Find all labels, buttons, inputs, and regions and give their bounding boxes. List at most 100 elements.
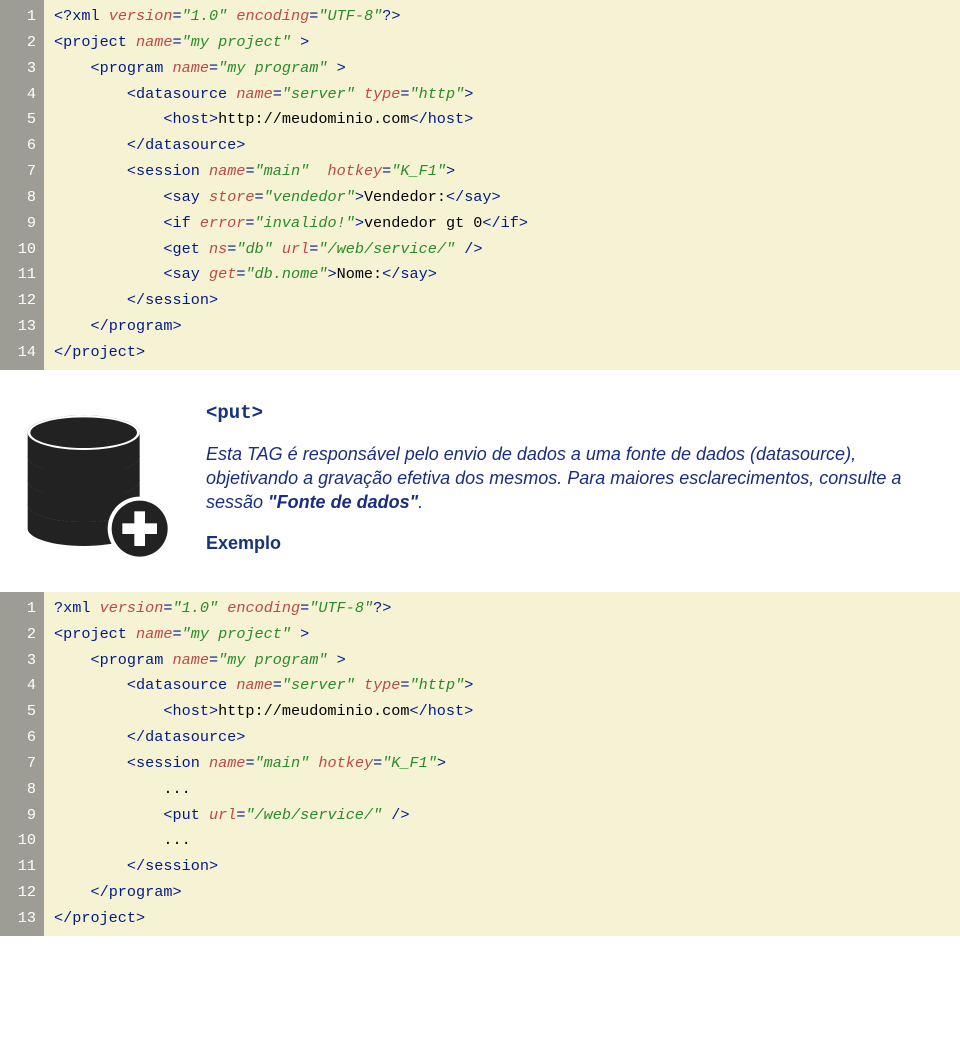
code-token: <session	[127, 754, 200, 772]
code-line: ?xml version="1.0" encoding="UTF-8"?>	[54, 596, 950, 622]
code-token: name	[136, 33, 172, 51]
code-token: </program>	[90, 317, 181, 335]
code-token: =	[400, 676, 409, 694]
code-token	[291, 625, 300, 643]
code-token: <program	[90, 59, 163, 77]
code-token	[309, 754, 318, 772]
desc-part2: .	[418, 492, 423, 512]
code-token: <say	[163, 265, 199, 283]
code-token	[382, 806, 391, 824]
text-column: <put> Esta TAG é responsável pelo envio …	[206, 402, 948, 554]
code-line: <?xml version="1.0" encoding="UTF-8"?>	[54, 4, 950, 30]
code-token	[54, 651, 90, 669]
line-number: 6	[8, 725, 36, 751]
code-token: "main"	[255, 162, 310, 180]
put-section: <put> Esta TAG é responsável pelo envio …	[0, 402, 960, 574]
code-token: "db"	[236, 240, 272, 258]
code-token: <if	[163, 214, 190, 232]
code-token: =	[400, 85, 409, 103]
code-token: >	[300, 625, 309, 643]
code-token: "1.0"	[182, 7, 228, 25]
code-line: <host>http://meudominio.com</host>	[54, 107, 950, 133]
code-token: http://meudominio.com	[218, 110, 409, 128]
line-number: 14	[8, 340, 36, 366]
code-token: vendedor gt 0	[364, 214, 482, 232]
code-token: Nome:	[337, 265, 383, 283]
code-token: ?>	[382, 7, 400, 25]
code-token: <program	[90, 651, 163, 669]
code-token: Vendedor:	[364, 188, 446, 206]
code-line: <datasource name="server" type="http">	[54, 82, 950, 108]
code-token	[90, 599, 99, 617]
gutter-2: 12345678910111213	[0, 592, 44, 936]
put-title: <put>	[206, 402, 948, 424]
code-token: </project>	[54, 909, 145, 927]
code-token: ...	[163, 831, 190, 849]
code-token	[54, 831, 163, 849]
code-token	[227, 85, 236, 103]
code-token: <put	[163, 806, 199, 824]
code-token: name	[173, 651, 209, 669]
code-token: =	[245, 754, 254, 772]
code-token: >	[446, 162, 455, 180]
code-token: "server"	[282, 85, 355, 103]
line-number: 5	[8, 107, 36, 133]
code-token: <host>	[163, 110, 218, 128]
code-token: </datasource>	[127, 136, 245, 154]
code-token: hotkey	[318, 754, 373, 772]
code-token: "K_F1"	[391, 162, 446, 180]
code-token: url	[209, 806, 236, 824]
line-number: 11	[8, 854, 36, 880]
code-token	[218, 599, 227, 617]
line-number: 3	[8, 648, 36, 674]
code-token	[54, 728, 127, 746]
code-token: <datasource	[127, 676, 227, 694]
code-token: name	[236, 85, 272, 103]
gutter-1: 1234567891011121314	[0, 0, 44, 370]
code-token: name	[136, 625, 172, 643]
code-token	[54, 291, 127, 309]
line-number: 13	[8, 314, 36, 340]
example-label: Exemplo	[206, 533, 948, 554]
code-token: "http"	[410, 676, 465, 694]
code-token: url	[282, 240, 309, 258]
line-number: 8	[8, 777, 36, 803]
line-number: 12	[8, 288, 36, 314]
code-token: </if>	[482, 214, 528, 232]
code-token: <say	[163, 188, 199, 206]
code-token: =	[273, 85, 282, 103]
code-line: <program name="my program" >	[54, 56, 950, 82]
code-token	[54, 59, 90, 77]
code-token	[54, 317, 90, 335]
code-token: <?xml	[54, 7, 100, 25]
code-token	[355, 85, 364, 103]
code-token	[54, 214, 163, 232]
code-token: encoding	[227, 599, 300, 617]
code-token	[54, 806, 163, 824]
code-token: ?>	[373, 599, 391, 617]
code-token: >	[355, 214, 364, 232]
code-token: />	[391, 806, 409, 824]
code-token	[54, 780, 163, 798]
code-token	[455, 240, 464, 258]
code-block-2: 12345678910111213 ?xml version="1.0" enc…	[0, 592, 960, 936]
code-token	[200, 265, 209, 283]
line-number: 12	[8, 880, 36, 906]
code-token: "UTF-8"	[309, 599, 373, 617]
code-token	[200, 162, 209, 180]
code-token: =	[163, 599, 172, 617]
code-token	[54, 883, 90, 901]
code-line: <put url="/web/service/" />	[54, 803, 950, 829]
code-token	[163, 651, 172, 669]
code-token: =	[373, 754, 382, 772]
code-token: <project	[54, 33, 127, 51]
code-line: <datasource name="server" type="http">	[54, 673, 950, 699]
code-token: "http"	[410, 85, 465, 103]
code-block-1: 1234567891011121314 <?xml version="1.0" …	[0, 0, 960, 370]
line-number: 4	[8, 82, 36, 108]
line-number: 3	[8, 56, 36, 82]
desc-bold: "Fonte de dados"	[268, 492, 418, 512]
code-token: "db.nome"	[245, 265, 327, 283]
code-token	[163, 59, 172, 77]
code-token: version	[100, 599, 164, 617]
